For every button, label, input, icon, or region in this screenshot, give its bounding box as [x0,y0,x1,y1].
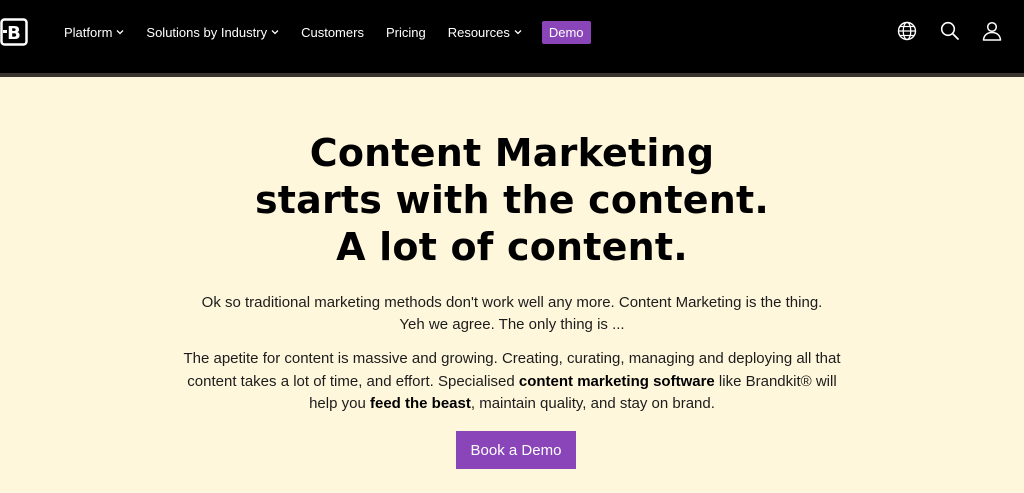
headline-line: A lot of content. [336,225,688,269]
headline-line: starts with the content. [254,178,770,222]
feed-the-beast-emphasis: feed the beast [369,395,471,412]
body-text: content takes a lot of time, and effort.… [187,372,519,390]
body-line: content takes a lot of time, and effort.… [0,371,1024,394]
body-line: help you feed the beast, maintain qualit… [0,393,1024,416]
nav-icon-group [884,20,1024,44]
nav-item-label: Platform [64,24,113,40]
main-nav: Platform Solutions by Industry Customers… [64,20,613,44]
hero-headline: Content Marketing starts with the conten… [0,130,1024,271]
book-a-demo-button[interactable]: Book a Demo [456,431,576,469]
brandkit-logo-icon[interactable]: B [0,18,28,46]
demo-button[interactable]: Demo [541,20,591,44]
content-marketing-software-emphasis: content marketing software [518,372,715,390]
search-icon[interactable] [939,20,961,42]
nav-item-solutions-by-industry[interactable]: Solutions by Industry [146,25,279,40]
nav-item-label: Pricing [385,24,426,40]
intro-line: Ok so traditional marketing methods don'… [201,294,823,311]
chevron-down-icon [514,30,522,35]
svg-text:B: B [7,23,21,44]
chevron-down-icon [271,30,279,35]
top-navbar: B Platform Solutions by Industry Custome… [0,0,1024,77]
chevron-down-icon [116,30,124,35]
hero-body: The apetite for content is massive and g… [0,348,1024,416]
body-text: like Brandkit® will [714,372,837,390]
hero-intro: Ok so traditional marketing methods don'… [0,292,1024,336]
nav-item-label: Solutions by Industry [146,24,268,40]
nav-item-platform[interactable]: Platform [64,25,124,40]
nav-item-customers[interactable]: Customers [301,25,364,40]
body-line: The apetite for content is massive and g… [183,350,841,367]
user-icon[interactable] [981,20,1003,42]
body-text: help you [309,395,370,412]
nav-item-resources[interactable]: Resources [448,25,522,40]
hero-section: Content Marketing starts with the conten… [0,77,1024,493]
nav-item-pricing[interactable]: Pricing [386,25,426,40]
headline-line: Content Marketing [309,131,715,175]
body-text: , maintain quality, and stay on brand. [470,395,715,412]
nav-item-label: Resources [447,24,510,40]
globe-icon[interactable] [896,20,918,42]
intro-line: Yeh we agree. The only thing is ... [399,316,625,333]
nav-item-label: Customers [301,24,364,40]
